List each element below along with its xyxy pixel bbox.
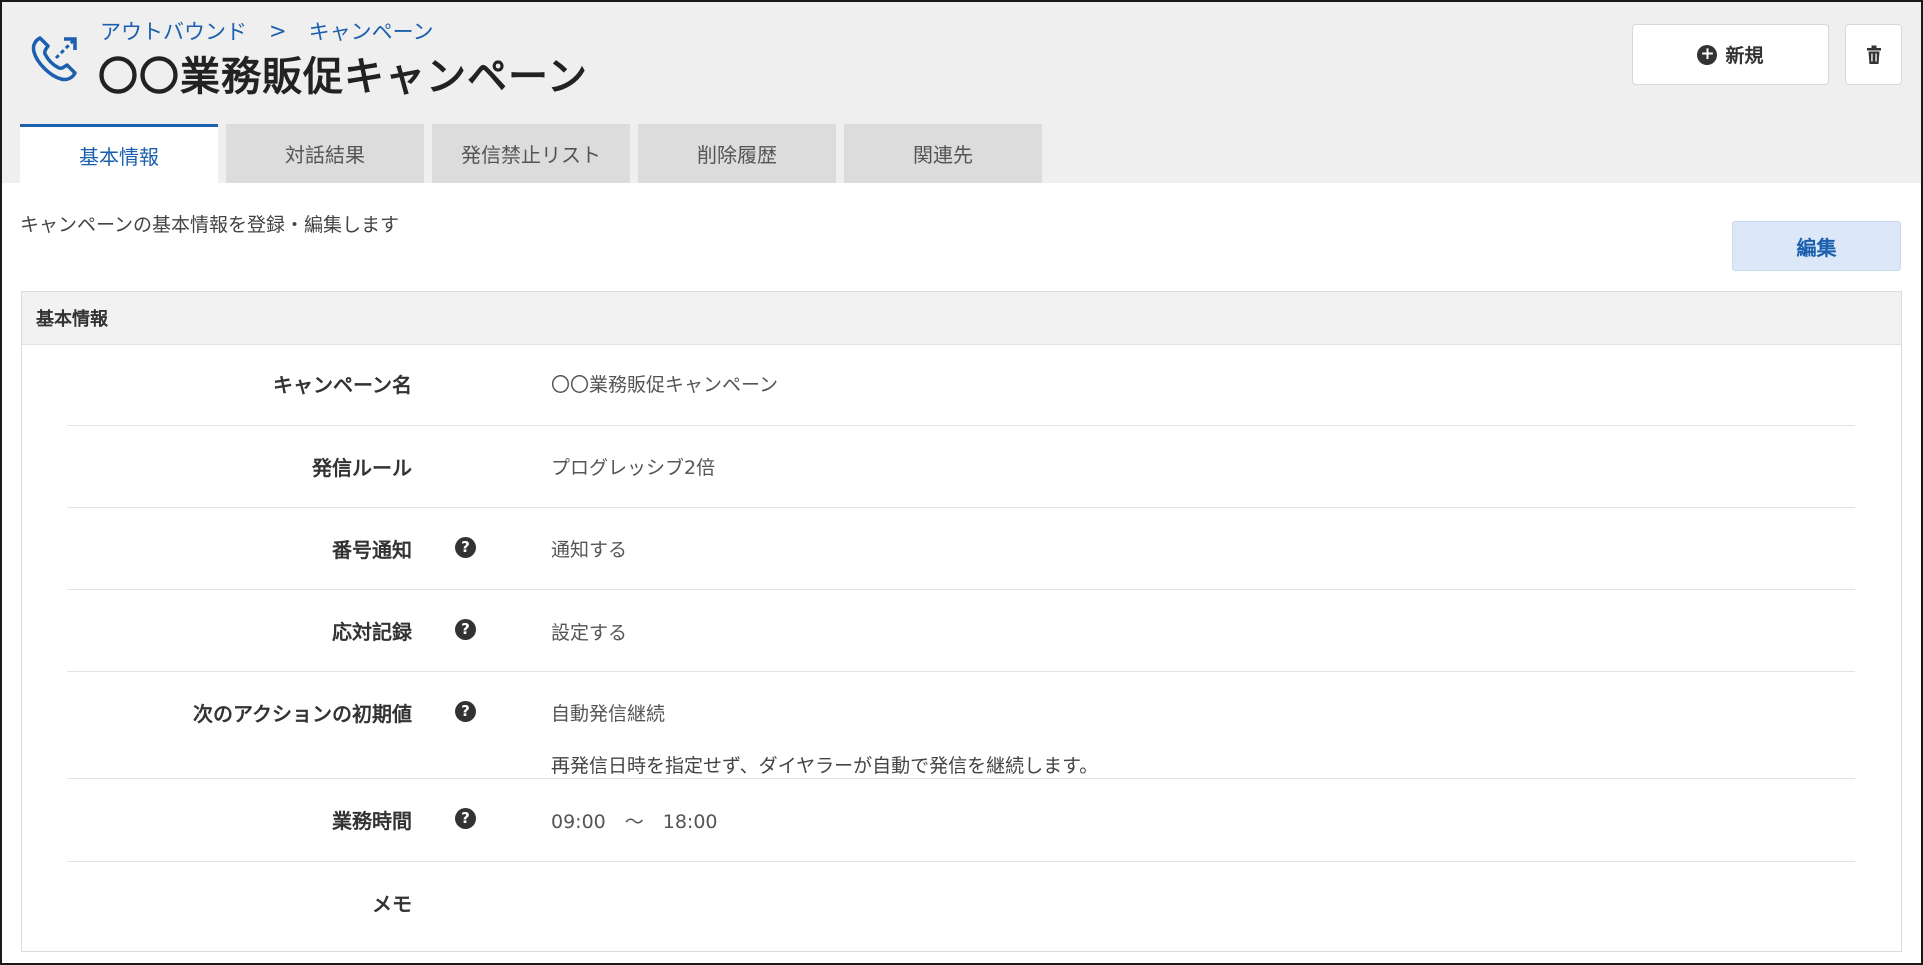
trash-icon [1866,45,1881,64]
field-row-caller-id: 番号通知 ? 通知する [67,508,1855,590]
tab-related[interactable]: 関連先 [844,124,1042,183]
field-label: 業務時間 [332,809,412,833]
field-label: メモ [372,892,412,916]
help-icon[interactable]: ? [455,808,476,829]
tab-deletion-history[interactable]: 削除履歴 [638,124,836,183]
field-row-business-hours: 業務時間 ? 09:00 ～ 18:00 [67,779,1855,862]
field-value: プログレッシブ2倍 [551,457,716,479]
tab-do-not-call-list[interactable]: 発信禁止リスト [432,124,630,183]
field-row-call-record: 応対記録 ? 設定する [67,590,1855,672]
field-value: 自動発信継続 [551,703,666,725]
app-window: アウトバウンド > キャンペーン 〇〇業務販促キャンペーン + 新規 基本情報 … [0,0,1923,965]
breadcrumb-parent-link[interactable]: アウトバウンド [100,16,247,46]
tab-bar: 基本情報 対話結果 発信禁止リスト 削除履歴 関連先 [20,124,1042,183]
field-value: 09:00 ～ 18:00 [551,811,718,833]
field-value: 設定する [551,622,628,644]
page-title: 〇〇業務販促キャンペーン [98,54,588,100]
breadcrumb: アウトバウンド > キャンペーン [100,16,434,46]
panel-title: 基本情報 [22,292,1901,345]
edit-button[interactable]: 編集 [1732,221,1901,271]
tab-basic-info[interactable]: 基本情報 [20,124,218,183]
field-label: キャンペーン名 [273,373,412,397]
field-value: 〇〇業務販促キャンペーン [551,374,779,396]
field-label: 発信ルール [312,456,412,480]
field-label: 応対記録 [332,620,412,644]
field-value-note: 再発信日時を指定せず、ダイヤラーが自動で発信を継続します。 [551,755,1099,777]
breadcrumb-current[interactable]: キャンペーン [309,16,434,46]
page-header: アウトバウンド > キャンペーン 〇〇業務販促キャンペーン + 新規 基本情報 … [2,2,1921,183]
help-icon[interactable]: ? [455,701,476,722]
breadcrumb-separator: > [269,19,287,43]
delete-button[interactable] [1845,24,1902,85]
field-label: 番号通知 [332,538,412,562]
help-icon[interactable]: ? [455,619,476,640]
tab-dialog-results[interactable]: 対話結果 [226,124,424,183]
basic-info-panel: 基本情報 キャンペーン名 〇〇業務販促キャンペーン 発信ルール プログレッシブ2… [21,291,1902,952]
help-icon[interactable]: ? [455,537,476,558]
new-button[interactable]: + 新規 [1632,24,1829,85]
field-row-next-action-default: 次のアクションの初期値 ? 自動発信継続 再発信日時を指定せず、ダイヤラーが自動… [67,672,1855,779]
field-value: 通知する [551,539,628,561]
page-description: キャンペーンの基本情報を登録・編集します [20,214,400,236]
field-row-dial-rule: 発信ルール プログレッシブ2倍 [67,426,1855,508]
plus-circle-icon: + [1697,44,1718,65]
field-row-memo: メモ [67,862,1855,942]
field-row-campaign-name: キャンペーン名 〇〇業務販促キャンペーン [67,345,1855,426]
new-button-label: 新規 [1725,45,1764,67]
field-label: 次のアクションの初期値 [193,702,412,726]
phone-outbound-icon [31,36,77,82]
